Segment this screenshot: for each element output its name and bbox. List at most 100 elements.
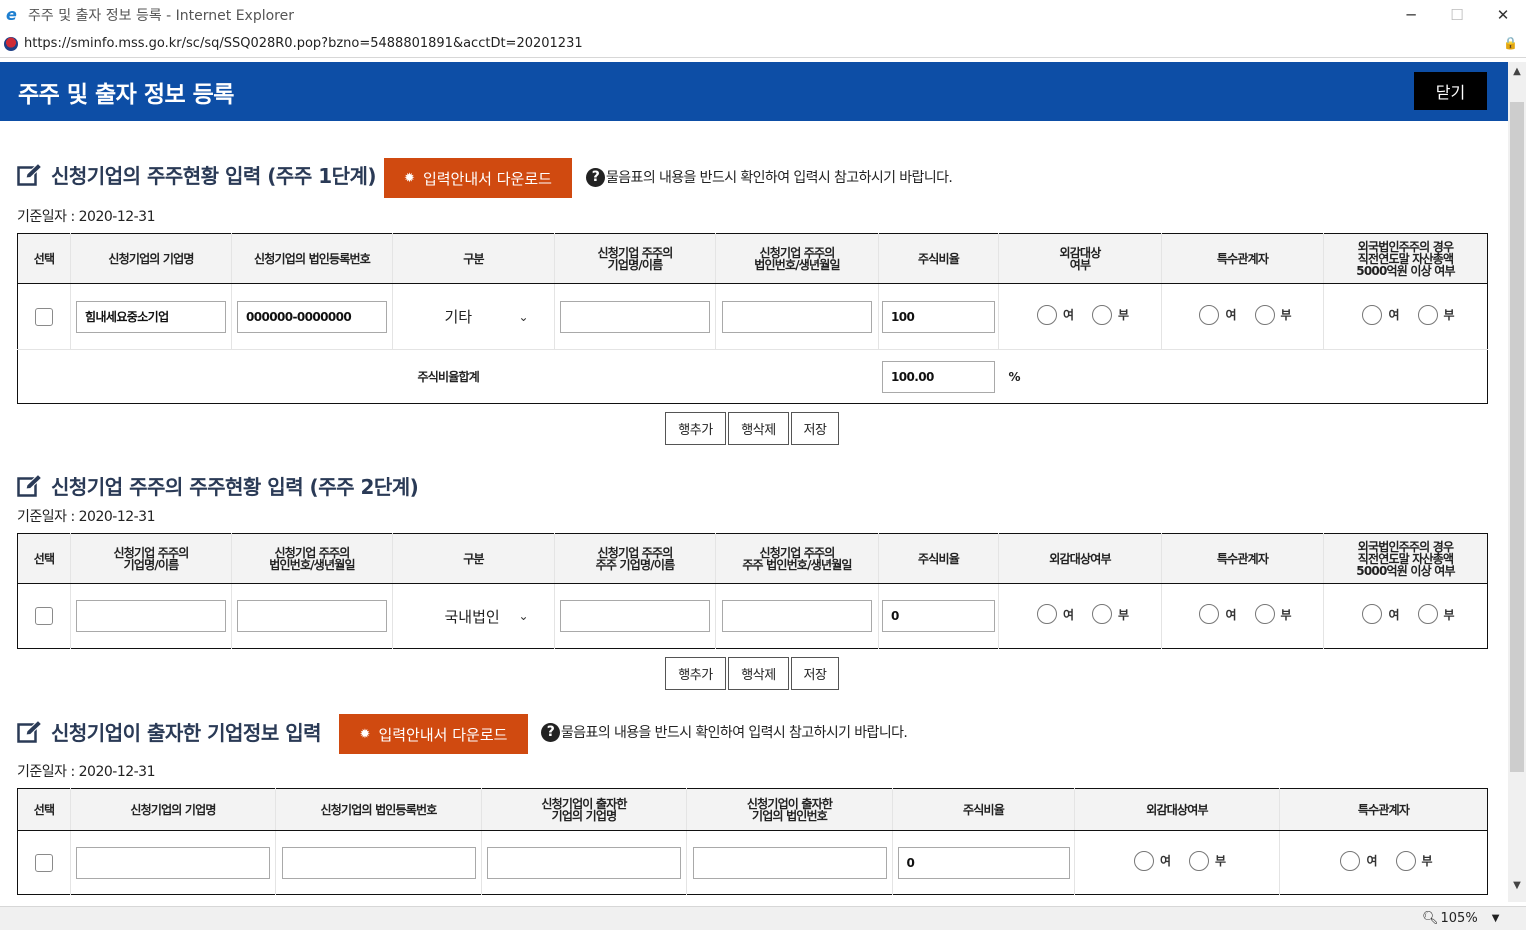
row-select-checkbox[interactable] <box>35 853 53 872</box>
col-header: 선택 <box>17 533 71 584</box>
foreign-yes-radio[interactable] <box>1362 304 1383 325</box>
radio-label: 부 <box>1443 607 1455 622</box>
scroll-thumb[interactable] <box>1510 102 1524 772</box>
help-notice: ? 물음표의 내용을 반드시 확인하여 입력시 참고하시기 바랍니다. <box>541 722 908 742</box>
holder-no-input[interactable] <box>237 600 387 632</box>
save-button[interactable]: 저장 <box>791 657 839 690</box>
chevron-down-icon: ⌄ <box>518 309 529 324</box>
radio-label: 부 <box>1118 607 1130 622</box>
related-yes-radio[interactable] <box>1340 850 1361 871</box>
radio-label: 부 <box>1280 607 1292 622</box>
audit-yes-radio[interactable] <box>1036 604 1057 624</box>
share-ratio-input[interactable]: 100 <box>882 300 995 333</box>
invested-company-name-input[interactable] <box>487 846 681 879</box>
question-icon[interactable]: ? <box>541 722 560 742</box>
page-header: 주주 및 출자 정보 등록 닫기 <box>0 62 1508 121</box>
col-header: 신청기업 주주의 주주 기업명/이름 <box>554 533 716 584</box>
invested-company-no-input[interactable] <box>692 846 887 879</box>
question-icon[interactable]: ? <box>586 167 605 187</box>
related-party-radio-group: 여부 <box>1193 304 1292 325</box>
chevron-down-icon[interactable]: ▼ <box>1492 913 1500 924</box>
related-party-radio-group: 여부 <box>1193 604 1292 624</box>
delete-row-button[interactable]: 행삭제 <box>728 412 789 445</box>
related-no-radio[interactable] <box>1254 304 1275 325</box>
window-close-button[interactable]: ✕ <box>1480 0 1526 30</box>
related-no-radio[interactable] <box>1254 604 1275 624</box>
col-header: 특수관계자 <box>1279 788 1488 831</box>
share-ratio-input[interactable]: 0 <box>882 600 995 632</box>
section1-title-text: 신청기업의 주주현황 입력 (주주 1단계) <box>51 164 377 188</box>
sub-holder-name-input[interactable] <box>560 600 710 632</box>
table-row: 0 여부 여부 <box>17 830 1488 895</box>
lock-icon[interactable]: 🔒 <box>1503 36 1518 50</box>
row-select-checkbox[interactable] <box>35 307 53 326</box>
audit-yes-radio[interactable] <box>1133 850 1154 871</box>
total-ratio-input: 100.00 <box>882 360 995 393</box>
table-row: 국내법인 ⌄ 0 여부 여부 여부 <box>17 583 1488 649</box>
col-header: 외감대상여부 <box>1074 788 1280 831</box>
status-bar: 🔍︎ 105% ▼ <box>0 906 1526 930</box>
edit-icon <box>17 473 43 498</box>
share-ratio-input[interactable]: 0 <box>897 846 1070 879</box>
corp-reg-no-input[interactable] <box>281 846 476 879</box>
url-text[interactable]: https://sminfo.mss.go.kr/sc/sq/SSQ028R0.… <box>24 36 583 51</box>
audit-no-radio[interactable] <box>1092 604 1112 624</box>
maximize-button[interactable]: ☐ <box>1434 0 1480 30</box>
address-bar[interactable]: https://sminfo.mss.go.kr/sc/sq/SSQ028R0.… <box>0 30 1526 58</box>
foreign-asset-radio-group: 여부 <box>1356 604 1455 624</box>
type-select[interactable]: 국내법인 ⌄ <box>419 606 529 627</box>
radio-label: 여 <box>1225 308 1237 322</box>
minimize-button[interactable]: ─ <box>1388 0 1434 30</box>
radio-label: 여 <box>1062 607 1074 622</box>
col-header: 신청기업의 법인등록번호 <box>231 233 393 284</box>
col-header: 구분 <box>392 533 555 584</box>
holder-name-input[interactable] <box>76 600 226 632</box>
company-name-input[interactable]: 힘내세요중소기업 <box>76 300 226 333</box>
add-row-button[interactable]: 행추가 <box>665 657 726 690</box>
section2-title: 신청기업 주주의 주주현황 입력 (주주 2단계) <box>17 471 419 500</box>
foreign-yes-radio[interactable] <box>1362 604 1383 624</box>
zoom-control[interactable]: 🔍︎ 105% ▼ <box>1422 911 1499 926</box>
audit-no-radio[interactable] <box>1189 850 1209 871</box>
zoom-level: 105% <box>1440 911 1478 926</box>
col-header: 외감대상여부 <box>998 533 1162 584</box>
related-yes-radio[interactable] <box>1199 304 1220 325</box>
radio-label: 여 <box>1225 607 1237 622</box>
edit-icon <box>17 162 43 187</box>
window-titlebar: e 주주 및 출자 정보 등록 - Internet Explorer ─ ☐ … <box>0 0 1526 30</box>
vertical-scrollbar[interactable]: ▲ ▼ <box>1508 62 1526 902</box>
close-button[interactable]: 닫기 <box>1414 72 1487 110</box>
guide-download-button[interactable]: ✹ 입력안내서 다운로드 <box>339 714 528 754</box>
company-name-input[interactable] <box>76 846 270 879</box>
radio-label: 여 <box>1366 854 1378 868</box>
audit-yes-radio[interactable] <box>1036 304 1057 325</box>
reference-date: 기준일자 : 2020-12-31 <box>17 509 156 525</box>
reference-date: 기준일자 : 2020-12-31 <box>17 209 156 225</box>
guide-download-button[interactable]: ✹ 입력안내서 다운로드 <box>384 158 572 198</box>
shareholder-table-1: 선택 신청기업의 기업명 신청기업의 법인등록번호 구분 신청기업 주주의 기업… <box>17 233 1488 404</box>
delete-row-button[interactable]: 행삭제 <box>728 657 789 690</box>
holder-name-input[interactable] <box>560 300 710 333</box>
sub-holder-no-input[interactable] <box>722 600 872 632</box>
foreign-no-radio[interactable] <box>1417 604 1438 624</box>
type-select[interactable]: 기타 ⌄ <box>419 306 529 327</box>
holder-no-input[interactable] <box>722 300 872 333</box>
save-button[interactable]: 저장 <box>791 412 839 445</box>
col-header: 신청기업이 출자한 기업의 기업명 <box>481 788 687 831</box>
row-select-checkbox[interactable] <box>35 607 53 625</box>
add-row-button[interactable]: 행추가 <box>665 412 726 445</box>
related-yes-radio[interactable] <box>1199 604 1220 624</box>
foreign-no-radio[interactable] <box>1417 304 1438 325</box>
col-header: 외국법인주주의 경우 직전연도말 자산총액 5000억원 이상 여부 <box>1323 233 1488 284</box>
corp-reg-no-input[interactable]: 000000-0000000 <box>237 300 387 333</box>
shareholder-table-2: 선택 신청기업 주주의 기업명/이름 신청기업 주주의 법인번호/생년월일 구분… <box>17 533 1488 649</box>
audit-no-radio[interactable] <box>1092 304 1112 325</box>
col-header: 외감대상 여부 <box>998 233 1162 284</box>
related-no-radio[interactable] <box>1395 850 1416 871</box>
radio-label: 부 <box>1118 308 1130 322</box>
scroll-up-icon[interactable]: ▲ <box>1508 62 1526 80</box>
help-notice: ? 물음표의 내용을 반드시 확인하여 입력시 참고하시기 바랍니다. <box>586 167 953 187</box>
scroll-down-icon[interactable]: ▼ <box>1508 876 1526 894</box>
col-header: 외국법인주주의 경우 직전연도말 자산총액 5000억원 이상 여부 <box>1323 533 1488 584</box>
reference-date: 기준일자 : 2020-12-31 <box>17 764 156 780</box>
